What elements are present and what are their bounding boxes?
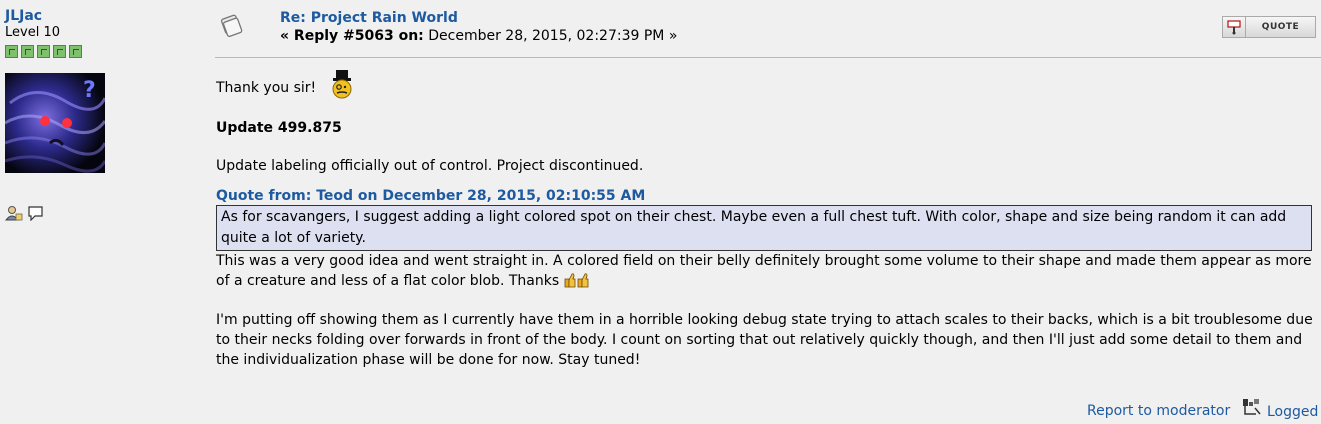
quote-icon [1223,17,1246,37]
svg-text:?: ? [83,78,96,103]
reply-paragraph-2: I'm putting off showing them as I curren… [216,312,1313,368]
star-icon [5,45,18,58]
quote-button[interactable]: QUOTE [1222,16,1316,38]
star-icon [53,45,66,58]
logged-label: Logged [1267,404,1319,420]
reply-paragraph-1-text: This was a very good idea and went strai… [216,253,1312,289]
rank-stars [5,45,205,59]
profile-icon[interactable] [4,205,23,221]
reply-info: « Reply #5063 on: December 28, 2015, 02:… [280,27,677,45]
poster-level: Level 10 [5,25,60,40]
header-divider [215,57,1321,58]
ip-logged-icon [1242,398,1264,420]
greeting-text: Thank you sir! [216,80,317,96]
poster-name-link[interactable]: JLJac [5,8,205,25]
profile-icons [4,205,205,222]
post-header: Re: Project Rain World « Reply #5063 on:… [280,10,677,45]
quote-block: As for scavangers, I suggest adding a li… [216,205,1312,251]
quote-text: As for scavangers, I suggest adding a li… [221,209,1287,246]
thumbs-up-smiley-icon [563,272,589,294]
star-icon [69,45,82,58]
post-icon [217,14,245,38]
reply-paragraph-1: This was a very good idea and went strai… [216,251,1316,294]
poster-info: JLJac Level 10 ? [4,8,205,222]
update-title: Update 499.875 [216,120,342,136]
greeting-line: Thank you sir! [216,70,1316,100]
quote-button-label: QUOTE [1261,22,1300,32]
post-subject-link[interactable]: Re: Project Rain World [280,10,677,27]
report-to-moderator-link[interactable]: Report to moderator [1087,403,1230,419]
reply-number: « Reply #5063 on: [280,28,424,44]
avatar: ? [5,73,105,173]
star-icon [21,45,34,58]
gentleman-smiley-icon [329,70,355,100]
message-icon[interactable] [27,205,45,222]
ip-logged: Logged [1242,398,1318,420]
quote-header-link[interactable]: Quote from: Teod on December 28, 2015, 0… [216,187,1316,205]
star-icon [37,45,50,58]
post-body: Thank you sir! Update 499.875 Update lab… [216,70,1316,370]
update-text: Update labeling officially out of contro… [216,158,644,174]
reply-date: December 28, 2015, 02:27:39 PM » [428,28,678,44]
